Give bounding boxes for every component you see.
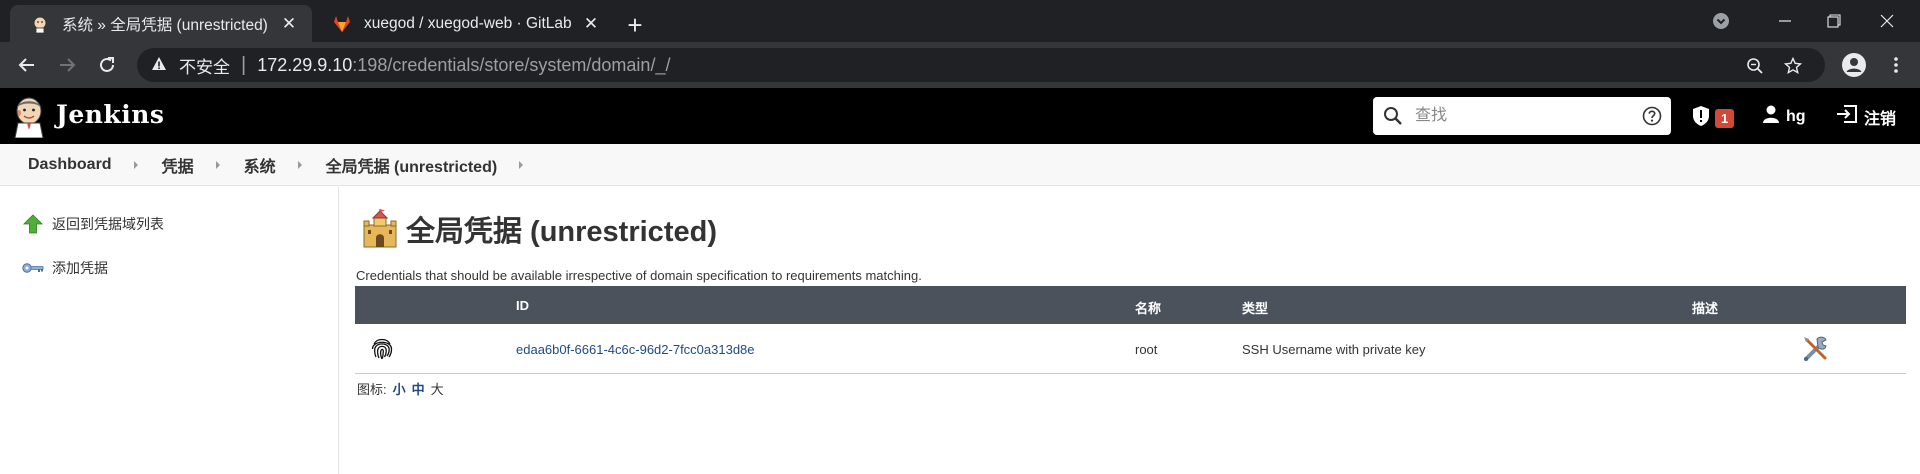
green-up-arrow-icon xyxy=(22,213,44,235)
url-host: 172.29.9.10 xyxy=(257,54,353,75)
alert-count-badge: 1 xyxy=(1715,109,1735,128)
key-icon xyxy=(22,257,44,279)
breadcrumb-chevron-icon[interactable] xyxy=(297,160,302,169)
user-menu[interactable]: hg xyxy=(1762,104,1806,129)
credential-type: SSH Username with private key xyxy=(1242,342,1426,357)
table-row: edaa6b0f-6661-4c6c-96d2-7fcc0a313d8e roo… xyxy=(355,324,1906,374)
icon-size-large: 大 xyxy=(430,382,444,397)
breadcrumb-system[interactable]: 系统 xyxy=(244,153,276,177)
icon-size-medium[interactable]: 中 xyxy=(412,379,425,398)
browser-toolbar: 不安全 | 172.29.9.10 :198/credentials/store… xyxy=(0,42,1920,88)
logout-button[interactable]: 注销 xyxy=(1836,104,1896,129)
address-bar[interactable]: 不安全 | 172.29.9.10 :198/credentials/store… xyxy=(137,48,1825,82)
breadcrumb-chevron-icon[interactable] xyxy=(133,160,138,169)
tab-close-icon[interactable]: ✕ xyxy=(278,13,300,35)
credential-name: root xyxy=(1135,342,1158,357)
sidebar-item-add-credentials[interactable]: 添加凭据 xyxy=(22,257,108,279)
sidebar-item-back-to-domains[interactable]: 返回到凭据域列表 xyxy=(22,213,164,235)
tab-search-icon[interactable] xyxy=(1706,6,1736,36)
jenkins-search-box[interactable] xyxy=(1373,97,1671,135)
reload-icon[interactable] xyxy=(91,49,123,81)
column-header-name[interactable]: 名称 xyxy=(1135,298,1161,317)
security-label[interactable]: 不安全 xyxy=(179,53,230,78)
sidebar-item-label[interactable]: 返回到凭据域列表 xyxy=(52,214,164,234)
breadcrumb-dashboard[interactable]: Dashboard xyxy=(28,156,112,174)
restore-icon[interactable] xyxy=(1819,6,1849,36)
user-name[interactable]: hg xyxy=(1786,108,1806,126)
column-header-type[interactable]: 类型 xyxy=(1242,298,1268,317)
breadcrumb: Dashboard 凭据 系统 全局凭据 (unrestricted) xyxy=(0,144,1920,186)
breadcrumb-credentials[interactable]: 凭据 xyxy=(162,153,194,177)
icon-size-small[interactable]: 小 xyxy=(393,379,406,398)
forward-icon[interactable] xyxy=(51,49,83,81)
shield-alert-icon xyxy=(1691,105,1711,132)
update-tools-icon[interactable] xyxy=(1801,334,1831,364)
page-title: 全局凭据 (unrestricted) xyxy=(406,216,717,248)
browser-tab-jenkins[interactable]: 系统 » 全局凭据 (unrestricted) | Jen ✕ xyxy=(10,5,312,42)
breadcrumb-global-credentials[interactable]: 全局凭据 (unrestricted) xyxy=(326,153,498,177)
jenkins-brand[interactable]: Jenkins xyxy=(56,100,164,129)
logout-label[interactable]: 注销 xyxy=(1864,105,1896,129)
icon-size-label: 图标: xyxy=(357,382,387,397)
security-alert-button[interactable]: 1 xyxy=(1691,105,1735,132)
breadcrumb-chevron-icon[interactable] xyxy=(519,160,524,169)
logout-icon xyxy=(1836,104,1858,129)
jenkins-header: Jenkins 1 hg 注销 xyxy=(0,88,1920,144)
omnibox-divider: | xyxy=(241,53,247,76)
jenkins-logo-icon[interactable] xyxy=(12,96,46,139)
browser-tab-gitlab[interactable]: xuegod / xuegod-web · GitLab ✕ xyxy=(312,5,614,42)
breadcrumb-chevron-icon[interactable] xyxy=(215,160,220,169)
credential-id-link[interactable]: edaa6b0f-6661-4c6c-96d2-7fcc0a313d8e xyxy=(516,342,755,357)
tab-title: 系统 » 全局凭据 (unrestricted) | Jen xyxy=(62,16,272,34)
fingerprint-icon[interactable] xyxy=(369,336,395,362)
gitlab-favicon-icon xyxy=(332,14,352,34)
user-icon xyxy=(1762,104,1780,129)
search-input[interactable] xyxy=(1415,97,1625,135)
column-header-id[interactable]: ID xyxy=(516,298,529,313)
tab-close-icon[interactable]: ✕ xyxy=(580,13,602,35)
warning-icon[interactable] xyxy=(151,56,169,74)
back-icon[interactable] xyxy=(11,49,43,81)
column-header-description[interactable]: 描述 xyxy=(1692,298,1718,317)
jenkins-favicon-icon xyxy=(30,14,50,34)
browser-tab-strip: 系统 » 全局凭据 (unrestricted) | Jen ✕ xuegod … xyxy=(0,0,1920,42)
close-window-icon[interactable] xyxy=(1872,6,1902,36)
sidebar-item-label[interactable]: 添加凭据 xyxy=(52,258,108,278)
bookmark-star-icon[interactable] xyxy=(1783,56,1803,76)
help-icon[interactable] xyxy=(1642,106,1662,126)
credentials-table: ID 名称 类型 描述 edaa6b0f-6661-4c6c-96d2-7fcc… xyxy=(355,286,1906,374)
side-panel: 返回到凭据域列表 添加凭据 xyxy=(0,187,339,474)
zoom-icon[interactable] xyxy=(1745,56,1765,76)
page-description: Credentials that should be available irr… xyxy=(356,268,922,283)
castle-icon xyxy=(360,207,400,249)
minimize-icon[interactable] xyxy=(1770,6,1800,36)
profile-icon[interactable] xyxy=(1838,49,1870,81)
new-tab-icon[interactable]: + xyxy=(620,10,650,40)
search-icon xyxy=(1383,106,1403,126)
url-path: :198/credentials/store/system/domain/_/ xyxy=(352,54,671,75)
page-heading: 全局凭据 (unrestricted) xyxy=(360,207,717,250)
table-header: ID 名称 类型 描述 xyxy=(355,286,1906,324)
tab-title: xuegod / xuegod-web · GitLab xyxy=(364,14,572,32)
icon-size-selector: 图标: 小 中 大 xyxy=(357,379,444,398)
browser-menu-icon[interactable] xyxy=(1880,49,1912,81)
